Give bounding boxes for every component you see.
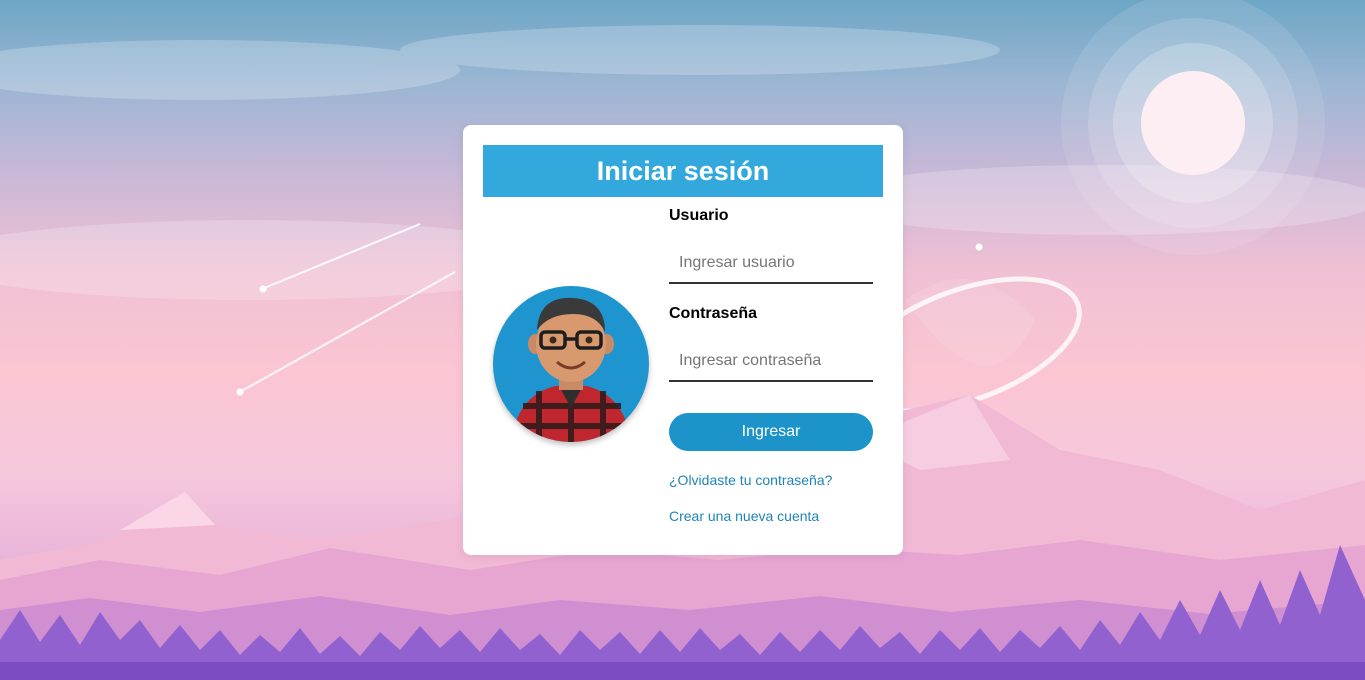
username-input[interactable] bbox=[669, 244, 873, 284]
password-input[interactable] bbox=[669, 342, 873, 382]
forgot-password-link[interactable]: ¿Olvidaste tu contraseña? bbox=[669, 472, 832, 488]
star-icon bbox=[975, 243, 983, 251]
login-title: Iniciar sesión bbox=[483, 145, 883, 197]
create-account-link[interactable]: Crear una nueva cuenta bbox=[669, 508, 819, 524]
login-page: Iniciar sesión Usuario Ingresar usuario … bbox=[0, 0, 1365, 680]
login-card: Iniciar sesión Usuario Ingresar usuario … bbox=[463, 125, 903, 555]
username-label: Usuario bbox=[669, 207, 729, 224]
sun-icon bbox=[1061, 0, 1325, 255]
ground bbox=[0, 662, 1365, 680]
user-avatar-icon bbox=[493, 286, 649, 442]
password-label: Contraseña bbox=[669, 305, 758, 322]
login-submit-button[interactable]: Ingresar bbox=[669, 413, 873, 451]
